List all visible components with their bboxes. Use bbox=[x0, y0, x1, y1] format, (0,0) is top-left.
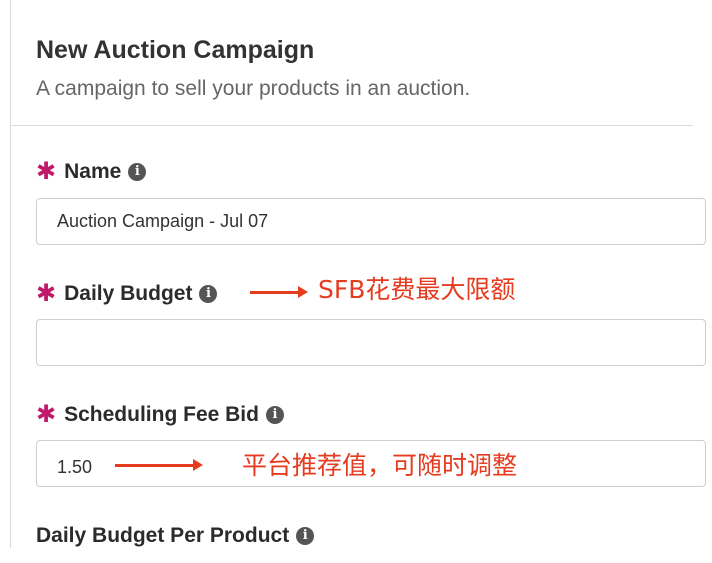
asterisk-icon: ✱ bbox=[36, 401, 57, 428]
name-label: ✱ Name i bbox=[36, 158, 147, 185]
scheduling-fee-bid-label: ✱ Scheduling Fee Bid i bbox=[36, 403, 284, 427]
name-label-text: Name bbox=[64, 160, 122, 183]
info-icon[interactable]: i bbox=[128, 163, 147, 181]
daily-budget-label-text: Daily Budget bbox=[64, 282, 193, 305]
scheduling-fee-bid-label-text: Scheduling Fee Bid bbox=[64, 403, 259, 426]
annotation-arrow bbox=[250, 286, 308, 298]
name-input-value: Auction Campaign - Jul 07 bbox=[57, 211, 269, 231]
info-icon[interactable]: i bbox=[265, 406, 284, 424]
daily-budget-per-product-label-text: Daily Budget Per Product bbox=[36, 524, 290, 547]
info-icon[interactable]: i bbox=[199, 285, 218, 303]
page-subtitle: A campaign to sell your products in an a… bbox=[36, 77, 471, 100]
name-input[interactable]: Auction Campaign - Jul 07 bbox=[36, 198, 706, 245]
daily-budget-per-product-label: Daily Budget Per Product i bbox=[36, 524, 315, 548]
page-title: New Auction Campaign bbox=[36, 36, 315, 64]
scheduling-fee-bid-annotation: 平台推荐值，可随时调整 bbox=[242, 451, 518, 480]
daily-budget-label: ✱ Daily Budget i bbox=[36, 280, 218, 307]
asterisk-icon: ✱ bbox=[36, 280, 57, 307]
scheduling-fee-bid-input-value: 1.50 bbox=[57, 457, 93, 477]
left-border bbox=[10, 0, 11, 548]
daily-budget-annotation: SFB花费最大限额 bbox=[318, 275, 516, 304]
annotation-arrow bbox=[115, 459, 203, 471]
daily-budget-input[interactable] bbox=[36, 319, 706, 366]
header-divider bbox=[10, 125, 693, 126]
asterisk-icon: ✱ bbox=[36, 158, 57, 185]
info-icon[interactable]: i bbox=[296, 527, 315, 545]
